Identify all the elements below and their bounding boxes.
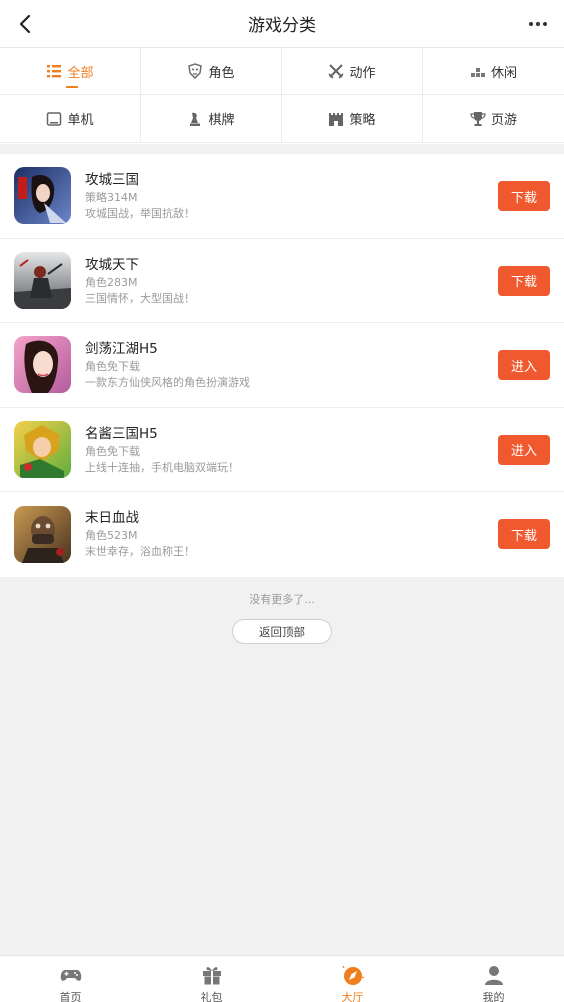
category-strategy[interactable]: 策略	[282, 95, 423, 143]
category-casual[interactable]: 休闲	[423, 48, 564, 95]
game-thumbnail	[14, 506, 71, 564]
game-description: 攻城国战，举国抗敌！	[85, 207, 195, 220]
category-label: 角色	[208, 65, 235, 81]
tablet-icon	[47, 111, 62, 126]
game-meta: 角色523M	[85, 529, 138, 543]
tab-mine[interactable]: 我的	[423, 956, 564, 1002]
game-title: 攻城三国	[85, 172, 139, 188]
list-item[interactable]: 名酱三国H5 角色免下载 上线十连抽，手机电脑双端玩！ 进入	[0, 408, 564, 493]
category-single[interactable]: 单机	[0, 95, 141, 143]
download-button[interactable]: 下载	[498, 181, 550, 211]
game-meta: 角色283M	[85, 275, 138, 289]
list-item[interactable]: 末日血战 角色523M 末世幸存，浴血称王！ 下载	[0, 492, 564, 577]
top-nav-bar: 游戏分类	[0, 0, 564, 48]
category-action[interactable]: 动作	[282, 48, 423, 95]
game-thumbnail	[14, 251, 71, 309]
tab-label: 首页	[59, 991, 82, 1002]
list-icon	[47, 65, 62, 78]
gamepad-icon	[60, 970, 81, 981]
enter-button[interactable]: 进入	[498, 350, 550, 381]
crossed-swords-icon	[328, 64, 345, 79]
blocks-icon	[470, 68, 485, 77]
game-title: 剑荡江湖H5	[85, 341, 158, 358]
game-meta: 角色免下载	[85, 444, 140, 458]
tab-hall[interactable]: 大厅	[282, 956, 423, 1002]
category-label: 策略	[349, 113, 376, 128]
category-webgame[interactable]: 页游	[423, 95, 564, 143]
enter-button[interactable]: 进入	[498, 434, 550, 465]
game-description: 三国情怀，大型国战！	[85, 291, 195, 305]
tab-gift[interactable]: 礼包	[141, 956, 282, 1002]
list-item[interactable]: 剑荡江湖H5 角色免下载 一款东方仙侠风格的角色扮演游戏 进入	[0, 323, 564, 408]
game-list: 攻城三国 策略314M 攻城国战，举国抗敌！ 下载 攻城天下 角色283M 三国…	[0, 154, 564, 577]
game-description: 上线十连抽，手机电脑双端玩！	[85, 460, 239, 474]
gift-icon	[202, 967, 221, 985]
game-meta: 策略314M	[85, 191, 138, 204]
game-title: 名酱三国H5	[85, 425, 158, 442]
tab-label: 我的	[482, 991, 505, 1002]
category-label: 动作	[349, 65, 376, 81]
user-icon	[484, 966, 503, 985]
castle-icon	[329, 112, 344, 126]
tab-label: 礼包	[200, 991, 223, 1002]
game-thumbnail	[14, 167, 71, 225]
game-description: 一款东方仙侠风格的角色扮演游戏	[85, 376, 250, 390]
category-role[interactable]: 角色	[141, 48, 282, 95]
back-to-top-button[interactable]: 返回顶部	[232, 619, 332, 644]
chevron-left-icon[interactable]	[14, 12, 38, 36]
trophy-icon	[470, 111, 486, 126]
tab-label: 大厅	[341, 991, 364, 1002]
category-label: 单机	[67, 113, 94, 128]
category-label: 全部	[67, 65, 94, 81]
more-dots-icon[interactable]	[526, 12, 550, 36]
category-label: 棋牌	[208, 113, 235, 128]
category-grid: 全部 角色 动作 休闲 单机 棋牌 策略 页游	[0, 48, 564, 144]
download-button[interactable]: 下载	[498, 265, 550, 296]
chess-piece-icon	[190, 112, 201, 126]
tab-home[interactable]: 首页	[0, 956, 141, 1002]
list-item[interactable]: 攻城三国 策略314M 攻城国战，举国抗敌！ 下载	[0, 154, 564, 239]
game-description: 末世幸存，浴血称王！	[85, 545, 195, 559]
game-thumbnail	[14, 421, 71, 479]
page-title: 游戏分类	[248, 16, 316, 36]
game-thumbnail	[14, 336, 71, 394]
no-more-text: 没有更多了...	[249, 593, 315, 606]
category-board[interactable]: 棋牌	[141, 95, 282, 143]
compass-icon	[341, 965, 364, 985]
bottom-tab-bar: 首页 礼包 大厅 我的	[0, 955, 564, 1002]
game-title: 攻城天下	[85, 256, 139, 273]
list-item[interactable]: 攻城天下 角色283M 三国情怀，大型国战！ 下载	[0, 239, 564, 324]
game-meta: 角色免下载	[85, 360, 140, 374]
category-label: 休闲	[490, 65, 517, 81]
category-label: 页游	[490, 113, 517, 128]
game-title: 末日血战	[85, 510, 139, 527]
mask-icon	[188, 63, 203, 79]
category-all[interactable]: 全部	[0, 48, 141, 95]
download-button[interactable]: 下载	[498, 519, 550, 550]
